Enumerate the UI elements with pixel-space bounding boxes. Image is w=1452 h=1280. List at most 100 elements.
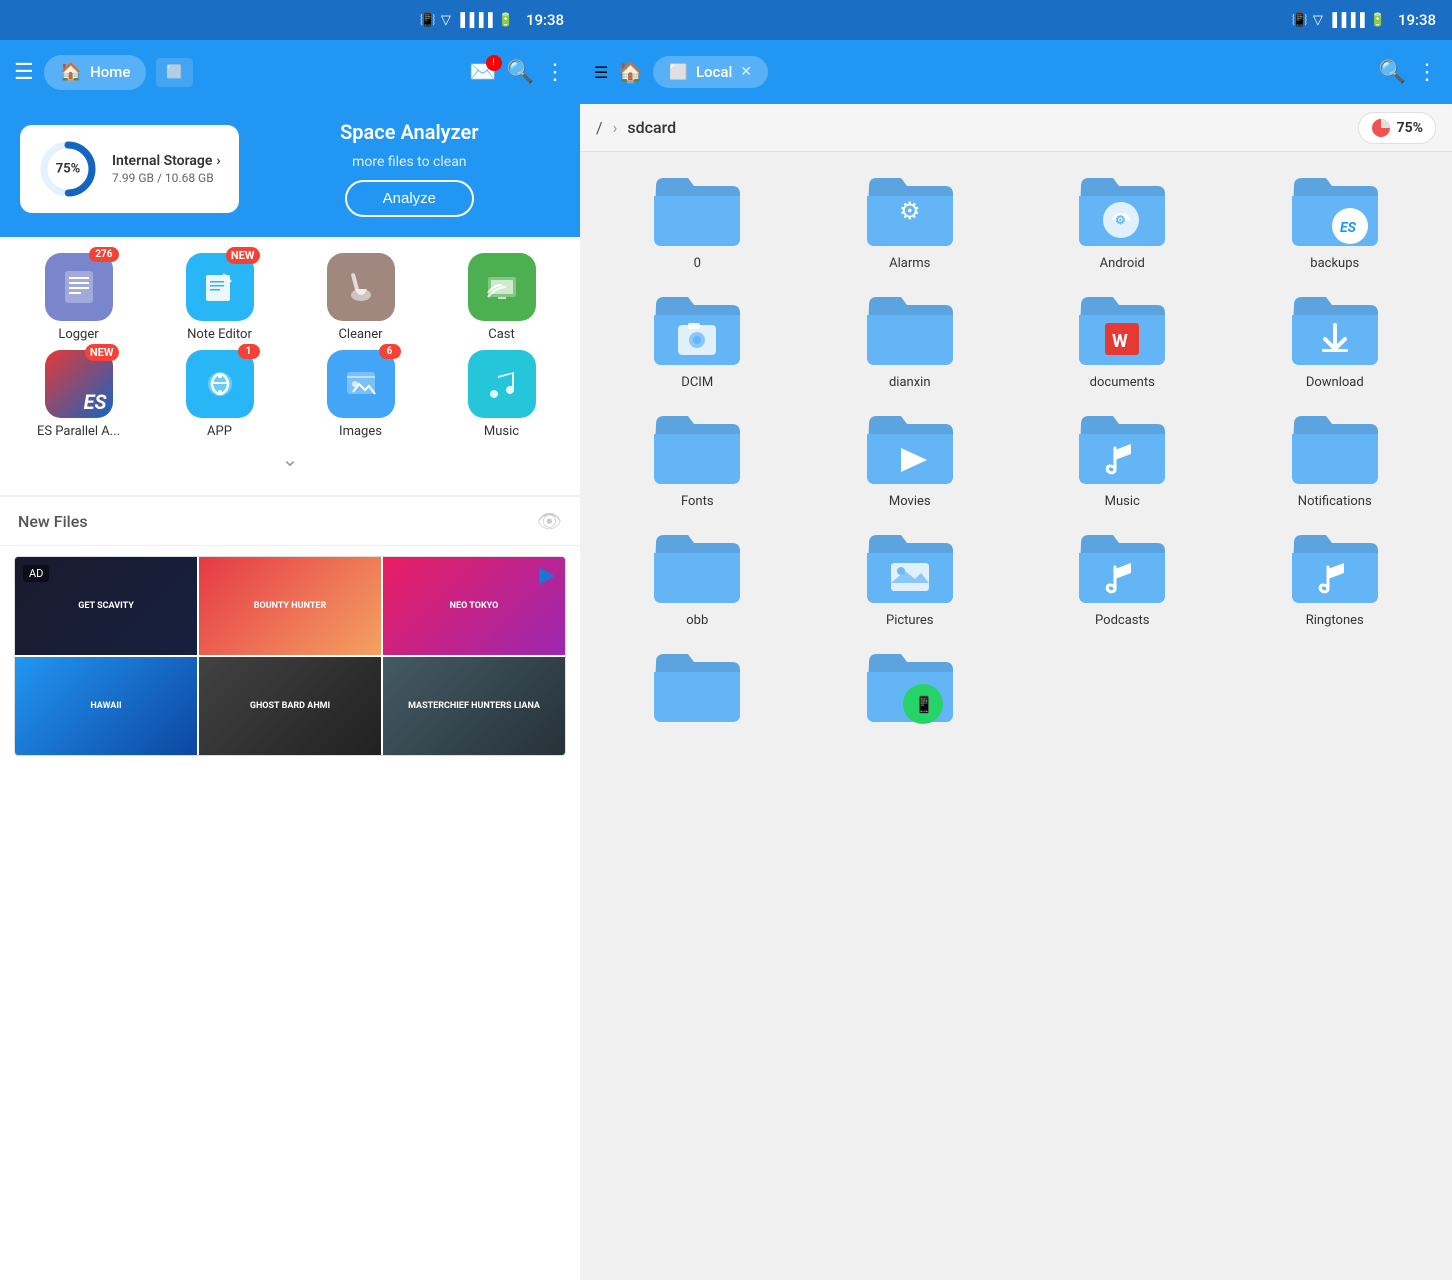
close-icon[interactable]: ✕	[740, 64, 752, 80]
folder-ringtones[interactable]: Ringtones	[1234, 525, 1437, 628]
analyzer-title: Space Analyzer	[340, 120, 478, 144]
folder-movies[interactable]: Movies	[809, 406, 1012, 509]
app-item-cleaner[interactable]: Cleaner	[292, 253, 429, 342]
folder-svg-movies	[865, 406, 955, 486]
right-search-button[interactable]: 🔍	[1379, 60, 1406, 85]
breadcrumb-arrow-icon: ›	[613, 118, 618, 137]
file-grid: 0 ⚙ Alarms ⚙	[580, 152, 1452, 1280]
right-nav-bar: ☰ 🏠 ⬜ Local ✕ 🔍 ⋮	[580, 40, 1452, 104]
storage-card[interactable]: 75% Internal Storage › 7.99 GB / 10.68 G…	[20, 125, 239, 213]
folder-alarms[interactable]: ⚙ Alarms	[809, 168, 1012, 271]
folder-backups[interactable]: ES backups	[1234, 168, 1437, 271]
folder-0[interactable]: 0	[596, 168, 799, 271]
ad-cell-2: BOUNTY HUNTER	[199, 557, 381, 655]
app-grid-section: 276 Logger NEW Note Editor	[0, 237, 580, 495]
home-nav-icon[interactable]: 🏠	[618, 60, 643, 84]
wifi-icon: ▽	[441, 13, 451, 28]
folder-icon-wrap-alarms: ⚙	[865, 168, 955, 248]
badge-images: 6	[379, 344, 401, 359]
ad-label: AD	[23, 565, 49, 582]
right-more-icon: ⋮	[1416, 60, 1438, 85]
right-battery-icon: 🔋	[1370, 13, 1386, 28]
folder-svg-0	[652, 168, 742, 248]
folder-label-fonts: Fonts	[681, 494, 714, 509]
folder-svg-music	[1077, 406, 1167, 486]
badge-esparallel: NEW	[85, 344, 119, 361]
new-files-title: New Files	[18, 512, 88, 531]
folder-download[interactable]: Download	[1234, 287, 1437, 390]
ad-cell-5: GHOST BARD AHMI	[199, 657, 381, 755]
folder-podcasts[interactable]: Podcasts	[1021, 525, 1224, 628]
folder-notifications[interactable]: Notifications	[1234, 406, 1437, 509]
app-item-noteeditor[interactable]: NEW Note Editor	[151, 253, 288, 342]
folder-music[interactable]: Music	[1021, 406, 1224, 509]
folder-icon-wrap-android: ⚙	[1077, 168, 1167, 248]
badge-noteeditor: NEW	[226, 247, 260, 264]
left-hamburger-icon[interactable]: ☰	[14, 60, 34, 85]
app-label-logger: Logger	[58, 327, 98, 342]
app-icon-music	[468, 350, 536, 418]
home-button[interactable]: 🏠 Home	[44, 55, 147, 90]
folder-icon-wrap-documents: W	[1077, 287, 1167, 367]
search-icon: 🔍	[507, 60, 534, 85]
right-status-icons: 📳 ▽ ▐▐▐▐ 🔋	[1292, 12, 1386, 28]
right-signal-icon: ▐▐▐▐	[1328, 12, 1365, 28]
folder-dcim[interactable]: DCIM	[596, 287, 799, 390]
folder-pictures[interactable]: Pictures	[809, 525, 1012, 628]
folder-dianxin[interactable]: dianxin	[809, 287, 1012, 390]
search-button[interactable]: 🔍	[507, 60, 534, 85]
chevron-down-icon: ⌄	[282, 447, 299, 471]
folder-documents[interactable]: W documents	[1021, 287, 1224, 390]
app-item-images[interactable]: 6 Images	[292, 350, 429, 439]
folder-obb[interactable]: obb	[596, 525, 799, 628]
storage-size: 7.99 GB / 10.68 GB	[112, 171, 221, 185]
svg-text:⚙: ⚙	[1115, 213, 1126, 227]
folder-svg-android: ⚙	[1077, 168, 1167, 248]
more-button[interactable]: ⋮	[544, 60, 566, 85]
folder-icon-wrap-pictures	[865, 525, 955, 605]
folder-svg-notifications	[1290, 406, 1380, 486]
local-label: Local	[696, 63, 732, 81]
right-vibrate-icon: 📳	[1292, 13, 1308, 28]
folder-icon-wrap-music	[1077, 406, 1167, 486]
app-icon-wrap-images: 6	[327, 350, 395, 418]
mail-badge: !	[486, 55, 502, 71]
eye-icon[interactable]: 👁	[537, 509, 562, 533]
app-item-music[interactable]: Music	[433, 350, 570, 439]
folder-svg-extra1	[652, 644, 742, 724]
ad-play-button[interactable]	[535, 565, 557, 592]
folder-label-ringtones: Ringtones	[1306, 613, 1364, 628]
folder-extra2[interactable]: 📱	[809, 644, 1012, 732]
breadcrumb-root[interactable]: /	[596, 118, 603, 137]
tab-inactive[interactable]: ⬜	[156, 58, 192, 87]
folder-svg-download	[1290, 287, 1380, 367]
expand-arrow[interactable]: ⌄	[10, 439, 570, 479]
storage-info: Internal Storage › 7.99 GB / 10.68 GB	[112, 153, 221, 185]
breadcrumb-sdcard[interactable]: sdcard	[627, 118, 676, 137]
app-item-logger[interactable]: 276 Logger	[10, 253, 147, 342]
right-panel: 📳 ▽ ▐▐▐▐ 🔋 19:38 ☰ 🏠 ⬜ Local ✕ 🔍 ⋮ / › s…	[580, 0, 1452, 1280]
local-button[interactable]: ⬜ Local ✕	[653, 56, 768, 88]
app-label-cleaner: Cleaner	[338, 327, 382, 342]
svg-text:W: W	[1112, 331, 1128, 352]
folder-fonts[interactable]: Fonts	[596, 406, 799, 509]
new-files-header: New Files 👁	[0, 497, 580, 546]
folder-extra1[interactable]	[596, 644, 799, 732]
app-label-images: Images	[339, 424, 382, 439]
more-icon: ⋮	[544, 60, 566, 85]
right-time: 19:38	[1398, 11, 1436, 29]
folder-android[interactable]: ⚙ Android	[1021, 168, 1224, 271]
app-icon-images	[327, 350, 395, 418]
folder-svg-documents: W	[1077, 287, 1167, 367]
app-item-app[interactable]: 1 APP	[151, 350, 288, 439]
app-item-cast[interactable]: Cast	[433, 253, 570, 342]
right-hamburger-icon[interactable]: ☰	[594, 63, 608, 82]
app-icon-wrap-logger: 276	[45, 253, 113, 321]
app-item-esparallel[interactable]: ES NEW ES Parallel A...	[10, 350, 147, 439]
folder-svg-obb	[652, 525, 742, 605]
folder-icon-wrap-notifications	[1290, 406, 1380, 486]
storage-badge-pct: 75%	[1397, 120, 1423, 136]
mail-button[interactable]: ✉️ !	[469, 60, 496, 85]
right-more-button[interactable]: ⋮	[1416, 60, 1438, 85]
analyze-button[interactable]: Analyze	[345, 180, 474, 217]
